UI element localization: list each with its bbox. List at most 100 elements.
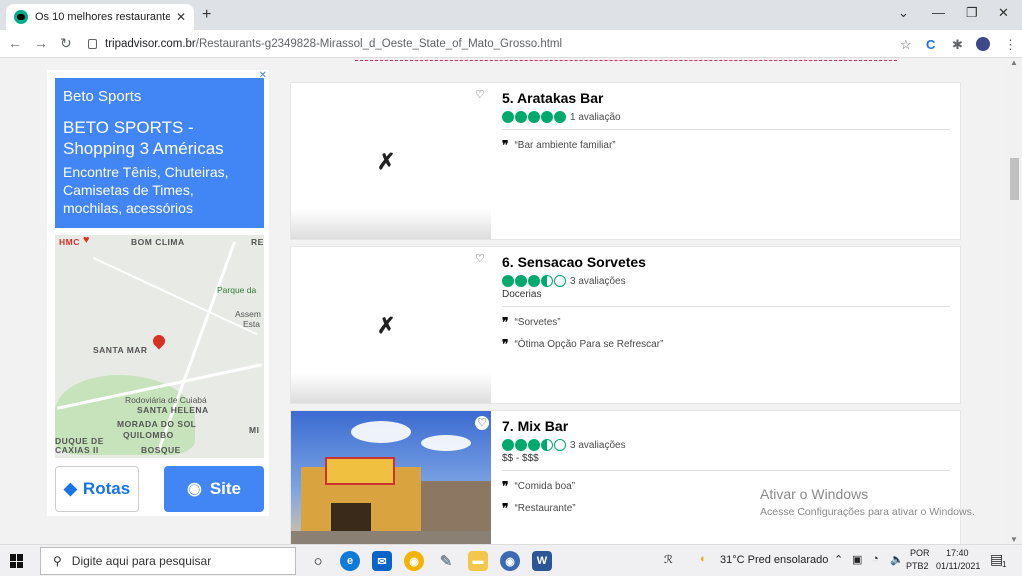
save-heart-icon[interactable]: ♡ — [475, 416, 489, 430]
file-explorer-icon[interactable]: ▬ — [468, 551, 488, 571]
close-window-button[interactable]: ✕ — [998, 5, 1009, 21]
directions-button[interactable]: ◆ Rotas — [55, 466, 139, 512]
extensions-puzzle-icon[interactable]: ✱ — [952, 37, 963, 53]
review-snippet-text: “Comida boa” — [514, 480, 576, 492]
ad-banner[interactable]: Beto Sports BETO SPORTS - Shopping 3 Amé… — [55, 78, 264, 228]
people-icon[interactable]: ℛ — [664, 553, 673, 566]
ad-map[interactable]: HMC ♥ BOM CLIMA RE Parque da Assem Esta … — [55, 235, 264, 458]
wifi-icon[interactable]: ◔ — [872, 553, 879, 565]
menu-kebab-icon[interactable]: ⋮ — [1004, 37, 1017, 53]
ad-close-icon[interactable]: ✕ — [259, 70, 267, 81]
rating-bubble — [554, 111, 566, 123]
review-snippet[interactable]: ❞ “Ótima Opção Para se Refrescar” — [502, 337, 950, 351]
map-pin-icon — [150, 332, 168, 350]
clock-date[interactable]: 01/11/2021 — [936, 561, 980, 571]
url-path: /Restaurants-g2349828-Mirassol_d_Oeste_S… — [195, 38, 563, 50]
review-count[interactable]: 3 avaliações — [570, 440, 626, 451]
directions-label: Rotas — [82, 479, 131, 498]
site-button[interactable]: ◉ Site — [164, 466, 264, 512]
restaurant-card[interactable]: ✗ ♡ 6. Sensacao Sorvetes 3 avaliações Do… — [290, 246, 961, 404]
quote-icon: ❞ — [502, 315, 509, 329]
photo-cloud — [421, 435, 471, 451]
weather-text[interactable]: 31°C Pred ensolarado — [720, 554, 828, 566]
address-bar[interactable]: tripadvisor.com.br/Restaurants-g2349828-… — [88, 33, 918, 55]
tab-close-icon[interactable]: ✕ — [176, 10, 186, 24]
minimize-button[interactable]: — — [932, 5, 945, 20]
restaurant-card[interactable]: ♡ 7. Mix Bar 3 avaliações $$ - $$$ ❞ “Com… — [290, 410, 961, 544]
scrollbar-thumb[interactable] — [1010, 158, 1019, 200]
browser-tab[interactable]: Os 10 melhores restaurantes: Mi ✕ — [6, 4, 194, 30]
url-text: tripadvisor.com.br/Restaurants-g2349828-… — [105, 38, 562, 50]
extension-c-icon[interactable]: C — [926, 37, 935, 52]
review-snippet[interactable]: ❞ “Sorvetes” — [502, 315, 950, 329]
back-button[interactable]: ← — [8, 35, 22, 51]
rating-bubble — [528, 275, 540, 287]
quote-icon: ❞ — [502, 501, 509, 515]
tab-strip: Os 10 melhores restaurantes: Mi ✕ + ⌄ — … — [0, 0, 1022, 30]
map-label: BOSQUE — [141, 445, 181, 455]
network-icon[interactable]: ▣ — [852, 553, 862, 566]
new-tab-button[interactable]: + — [202, 6, 211, 24]
activation-watermark-title: Ativar o Windows — [760, 486, 869, 502]
scroll-up-arrow-icon[interactable]: ▲ — [1010, 58, 1018, 67]
search-icon: ⚲ — [53, 554, 62, 568]
page-scrollbar[interactable]: ▲ ▼ — [1007, 58, 1022, 544]
reload-button[interactable]: ↻ — [60, 35, 72, 52]
restaurant-name[interactable]: 5. Aratakas Bar — [502, 90, 950, 106]
map-label: BOM CLIMA — [131, 237, 185, 247]
scroll-down-arrow-icon[interactable]: ▼ — [1010, 535, 1018, 544]
review-snippet[interactable]: ❞ “Bar ambiente familiar” — [502, 138, 950, 152]
tray-chevron-icon[interactable]: ⌃ — [834, 553, 843, 566]
rating-bubbles: 3 avaliações — [502, 439, 950, 451]
divider — [502, 306, 950, 307]
edge-icon[interactable]: e — [340, 551, 360, 571]
quote-icon: ❞ — [502, 337, 509, 351]
restaurant-placeholder-image[interactable]: ✗ — [291, 83, 491, 239]
fork-knife-icon: ✗ — [377, 313, 396, 338]
review-snippet-text: “Ótima Opção Para se Refrescar” — [514, 338, 664, 350]
quote-icon: ❞ — [502, 479, 509, 493]
rating-bubble — [502, 275, 514, 287]
clock-time[interactable]: 17:40 — [946, 548, 969, 558]
taskbar-search[interactable]: ⚲ Digite aqui para pesquisar — [40, 547, 296, 575]
chrome-icon[interactable]: ◉ — [404, 551, 424, 571]
windows-start-icon[interactable] — [10, 554, 24, 568]
activation-watermark-subtitle: Acesse Configurações para ativar o Windo… — [760, 506, 975, 518]
map-label: Esta — [243, 319, 261, 329]
restaurant-name[interactable]: 6. Sensacao Sorvetes — [502, 254, 950, 270]
tripadvisor-favicon-icon — [14, 10, 28, 24]
maximize-button[interactable]: ❐ — [966, 5, 978, 21]
url-host: tripadvisor.com.br — [105, 38, 196, 50]
word-icon[interactable]: W — [532, 551, 552, 571]
rating-bubble — [502, 111, 514, 123]
keyboard-layout[interactable]: PTB2 — [906, 561, 929, 571]
restaurant-card[interactable]: ✗ ♡ 5. Aratakas Bar 1 avaliação ❞ “Bar am… — [290, 82, 961, 240]
tab-search-icon[interactable]: ⌄ — [898, 5, 909, 21]
chrome-profile-icon[interactable]: ◉ — [500, 551, 520, 571]
rating-bubble — [554, 275, 566, 287]
restaurant-photo[interactable] — [291, 411, 491, 544]
bookmark-star-icon[interactable]: ☆ — [900, 37, 912, 53]
map-label: Rodoviária de Cuiabá — [125, 395, 207, 405]
quote-icon: ❞ — [502, 138, 509, 152]
input-language[interactable]: POR — [910, 548, 930, 558]
review-count[interactable]: 1 avaliação — [570, 112, 621, 123]
cortana-icon[interactable]: ○ — [308, 551, 328, 571]
review-count[interactable]: 3 avaliações — [570, 276, 626, 287]
paint-icon[interactable]: ✎ — [436, 551, 456, 571]
save-heart-icon[interactable]: ♡ — [475, 252, 485, 265]
rating-bubbles: 1 avaliação — [502, 111, 950, 123]
review-snippet[interactable]: ❞ “Comida boa” — [502, 479, 950, 493]
restaurant-placeholder-image[interactable]: ✗ — [291, 247, 491, 403]
mail-icon[interactable]: ✉ — [372, 551, 392, 571]
forward-button[interactable]: → — [34, 35, 48, 51]
volume-icon[interactable]: 🔈 — [890, 553, 904, 566]
restaurant-name[interactable]: 7. Mix Bar — [502, 418, 950, 434]
weather-icon[interactable]: ◐ — [700, 553, 707, 565]
ad-headline[interactable]: BETO SPORTS - Shopping 3 Américas — [63, 117, 256, 159]
review-snippet-text: “Sorvetes” — [514, 316, 561, 328]
restaurant-info: 6. Sensacao Sorvetes 3 avaliações Doceri… — [502, 247, 950, 351]
save-heart-icon[interactable]: ♡ — [475, 88, 485, 101]
profile-avatar[interactable] — [976, 37, 990, 51]
sidebar-ad[interactable]: Beto Sports BETO SPORTS - Shopping 3 Amé… — [47, 70, 269, 516]
